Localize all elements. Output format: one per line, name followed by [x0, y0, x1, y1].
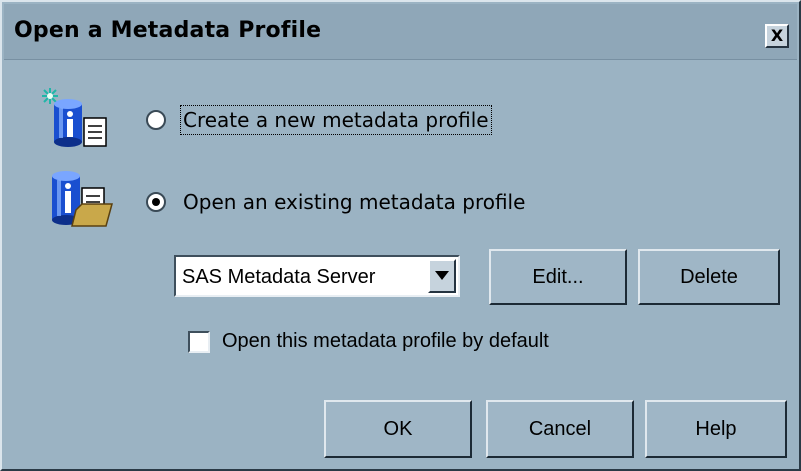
open-by-default-label[interactable]: Open this metadata profile by default [222, 330, 549, 353]
chevron-down-icon [435, 271, 449, 280]
open-metadata-profile-icon [42, 170, 122, 234]
edit-button-label: Edit... [532, 266, 584, 288]
ok-button[interactable]: OK [324, 400, 472, 458]
open-by-default-checkbox[interactable] [188, 331, 210, 353]
open-profile-radio[interactable] [146, 192, 166, 212]
new-metadata-profile-icon [38, 86, 118, 150]
profile-select[interactable]: SAS Metadata Server [174, 255, 460, 297]
create-profile-label[interactable]: Create a new metadata profile [180, 105, 492, 135]
close-button[interactable]: X [765, 24, 789, 48]
ok-button-label: OK [383, 418, 413, 440]
delete-button[interactable]: Delete [638, 249, 780, 305]
delete-button-label: Delete [680, 266, 738, 288]
create-profile-radio[interactable] [146, 110, 166, 130]
open-metadata-profile-dialog: Open a Metadata Profile X Create a new m… [0, 0, 801, 471]
help-button-label: Help [695, 418, 737, 440]
profile-select-value: SAS Metadata Server [182, 266, 376, 288]
dialog-title: Open a Metadata Profile [14, 18, 322, 43]
edit-button[interactable]: Edit... [489, 249, 627, 305]
titlebar: Open a Metadata Profile X [4, 4, 797, 60]
help-button[interactable]: Help [645, 400, 787, 458]
close-icon: X [770, 26, 784, 45]
profile-select-dropdown-button[interactable] [428, 259, 456, 293]
cancel-button[interactable]: Cancel [486, 400, 634, 458]
cancel-button-label: Cancel [528, 418, 592, 440]
open-profile-label[interactable]: Open an existing metadata profile [183, 190, 525, 214]
